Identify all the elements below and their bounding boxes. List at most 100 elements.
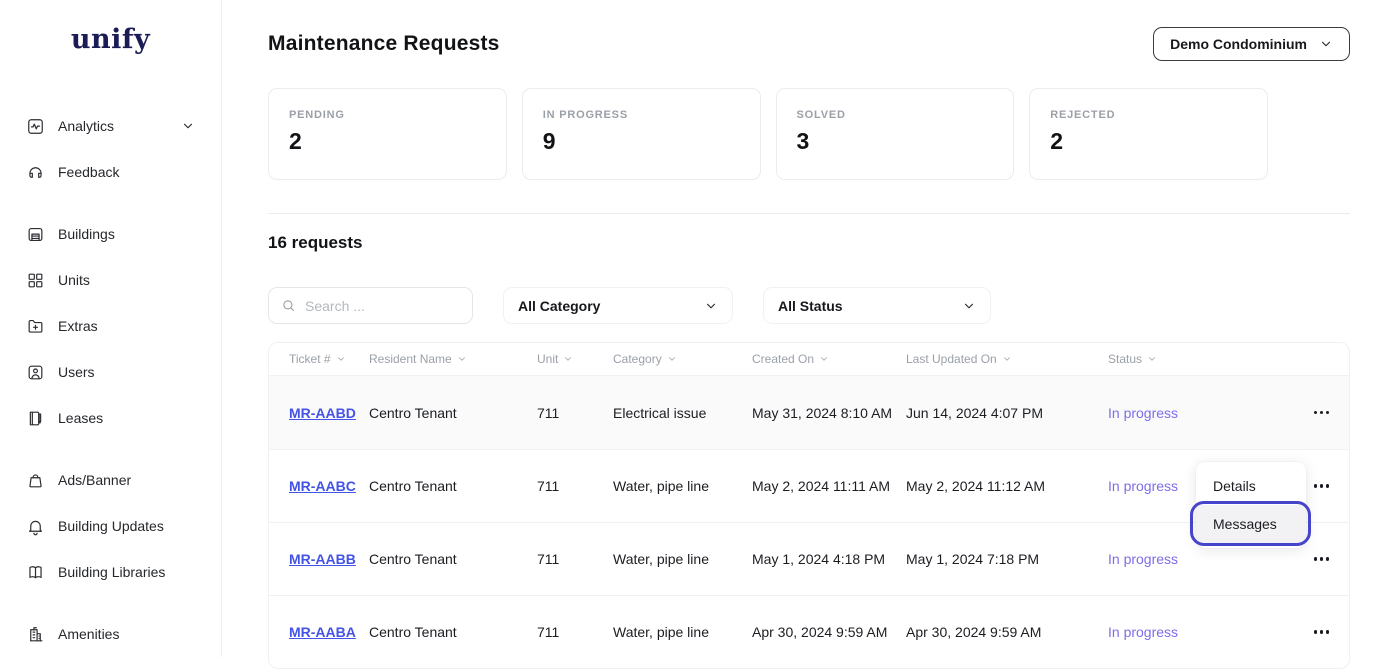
column-header-category[interactable]: Category: [613, 352, 752, 366]
sidebar-item-feedback[interactable]: Feedback: [0, 149, 221, 195]
more-options-icon[interactable]: [1313, 626, 1329, 638]
requests-table: Ticket # Resident Name Unit Category Cre…: [268, 342, 1350, 669]
unit-cell: 711: [537, 551, 560, 567]
sidebar-item-building-libraries[interactable]: Building Libraries: [0, 549, 221, 595]
stat-label: REJECTED: [1050, 109, 1116, 121]
search-box: [268, 287, 473, 324]
building-selector-label: Demo Condominium: [1170, 36, 1307, 52]
sidebar-item-label: Buildings: [58, 226, 115, 242]
sidebar-item-label: Feedback: [58, 164, 120, 180]
ticket-link[interactable]: MR-AABC: [289, 478, 356, 494]
sidebar: unify Analytics Feedback Buildings Units…: [0, 0, 222, 657]
extras-icon: [25, 316, 45, 336]
unify-logo[interactable]: unify: [0, 24, 221, 55]
sidebar-item-label: Building Libraries: [58, 564, 166, 580]
resident-name-cell: Centro Tenant: [369, 551, 457, 567]
table-row: MR-AABB Centro Tenant 711 Water, pipe li…: [269, 522, 1349, 595]
book-icon: [25, 562, 45, 582]
stat-card-rejected: REJECTED 2: [1029, 88, 1268, 180]
section-divider: [268, 213, 1350, 214]
sidebar-item-label: Analytics: [58, 118, 115, 134]
sidebar-item-building-updates[interactable]: Building Updates: [0, 503, 221, 549]
context-menu-item-messages[interactable]: Messages: [1196, 505, 1306, 543]
chevron-down-icon: [1003, 357, 1010, 361]
column-header-ticket[interactable]: Ticket #: [289, 352, 369, 366]
column-header-updated[interactable]: Last Updated On: [906, 352, 1108, 366]
chevron-down-icon: [565, 357, 572, 361]
status-badge: In progress: [1108, 404, 1179, 421]
unit-cell: 711: [537, 624, 560, 640]
sidebar-item-extras[interactable]: Extras: [0, 303, 221, 349]
status-badge: In progress: [1108, 551, 1179, 567]
more-options-icon[interactable]: [1313, 553, 1329, 565]
bell-icon: [25, 516, 45, 536]
stat-value: 3: [796, 128, 810, 154]
row-context-menu: Details Messages: [1196, 462, 1306, 548]
sidebar-item-buildings[interactable]: Buildings: [0, 211, 221, 257]
units-icon: [25, 270, 45, 290]
nav-section-gap: [0, 441, 221, 457]
sidebar-nav: Analytics Feedback Buildings Units Extra…: [0, 103, 221, 657]
nav-section-gap: [0, 595, 221, 611]
chevron-down-icon: [668, 357, 675, 361]
search-icon: [283, 300, 295, 312]
sidebar-item-ads-banner[interactable]: Ads/Banner: [0, 457, 221, 503]
chevron-down-icon: [821, 357, 827, 361]
column-header-unit[interactable]: Unit: [537, 352, 613, 366]
table-header-row: Ticket # Resident Name Unit Category Cre…: [269, 343, 1349, 376]
status-badge: In progress: [1108, 624, 1179, 640]
buildings-icon: [25, 224, 45, 244]
stat-label: SOLVED: [796, 109, 846, 121]
chevron-down-icon: [1149, 357, 1155, 361]
building-selector-button[interactable]: Demo Condominium: [1153, 27, 1350, 61]
last-updated-cell: May 1, 2024 7:18 PM: [906, 551, 1040, 567]
unit-cell: 711: [537, 478, 560, 494]
more-options-icon[interactable]: [1313, 480, 1329, 492]
analytics-icon: [25, 116, 45, 136]
sidebar-item-label: Leases: [58, 410, 104, 426]
last-updated-cell: Apr 30, 2024 9:59 AM: [906, 624, 1042, 640]
status-filter[interactable]: All Status: [763, 287, 991, 324]
topbar: Maintenance Requests Demo Condominium: [268, 27, 1350, 61]
context-menu-item-details[interactable]: Details: [1196, 467, 1306, 505]
ads-banner-icon: [25, 470, 45, 490]
category-filter[interactable]: All Category: [503, 287, 733, 324]
column-header-status[interactable]: Status: [1108, 352, 1228, 366]
chevron-down-icon: [964, 303, 974, 308]
created-on-cell: May 31, 2024 8:10 AM: [752, 404, 893, 421]
ticket-link[interactable]: MR-AABD: [289, 405, 356, 421]
sidebar-item-units[interactable]: Units: [0, 257, 221, 303]
created-on-cell: May 1, 2024 4:18 PM: [752, 551, 886, 567]
sidebar-item-label: Amenities: [58, 626, 120, 642]
column-header-resident[interactable]: Resident Name: [369, 352, 537, 366]
category-cell: Electrical issue: [613, 404, 707, 421]
sidebar-item-label: Extras: [58, 318, 98, 334]
sidebar-item-amenities[interactable]: Amenities: [0, 611, 221, 657]
search-input[interactable]: [305, 297, 445, 314]
sidebar-item-label: Units: [58, 272, 90, 288]
sidebar-item-label: Building Updates: [58, 518, 164, 534]
resident-name-cell: Centro Tenant: [369, 478, 457, 494]
stat-label: IN PROGRESS: [542, 109, 628, 121]
stat-card-pending: PENDING 2: [268, 88, 507, 180]
sidebar-item-users[interactable]: Users: [0, 349, 221, 395]
category-cell: Water, pipe line: [613, 551, 709, 567]
resident-name-cell: Centro Tenant: [369, 404, 457, 421]
more-options-icon[interactable]: [1313, 407, 1329, 419]
last-updated-cell: Jun 14, 2024 4:07 PM: [906, 404, 1043, 421]
amenities-icon: [25, 624, 45, 644]
unit-cell: 711: [537, 404, 560, 421]
chevron-down-icon[interactable]: [181, 119, 195, 133]
category-cell: Water, pipe line: [613, 478, 709, 494]
sidebar-item-label: Ads/Banner: [58, 472, 132, 488]
table-row: MR-AABD Centro Tenant 711 Electrical iss…: [269, 376, 1349, 449]
leases-icon: [25, 408, 45, 428]
ticket-link[interactable]: MR-AABA: [289, 624, 356, 640]
feedback-icon: [25, 162, 45, 182]
ticket-link[interactable]: MR-AABB: [289, 551, 356, 567]
users-icon: [25, 362, 45, 382]
stat-value: 2: [289, 128, 302, 154]
column-header-created[interactable]: Created On: [752, 352, 906, 366]
sidebar-item-leases[interactable]: Leases: [0, 395, 221, 441]
sidebar-item-analytics[interactable]: Analytics: [0, 103, 221, 149]
